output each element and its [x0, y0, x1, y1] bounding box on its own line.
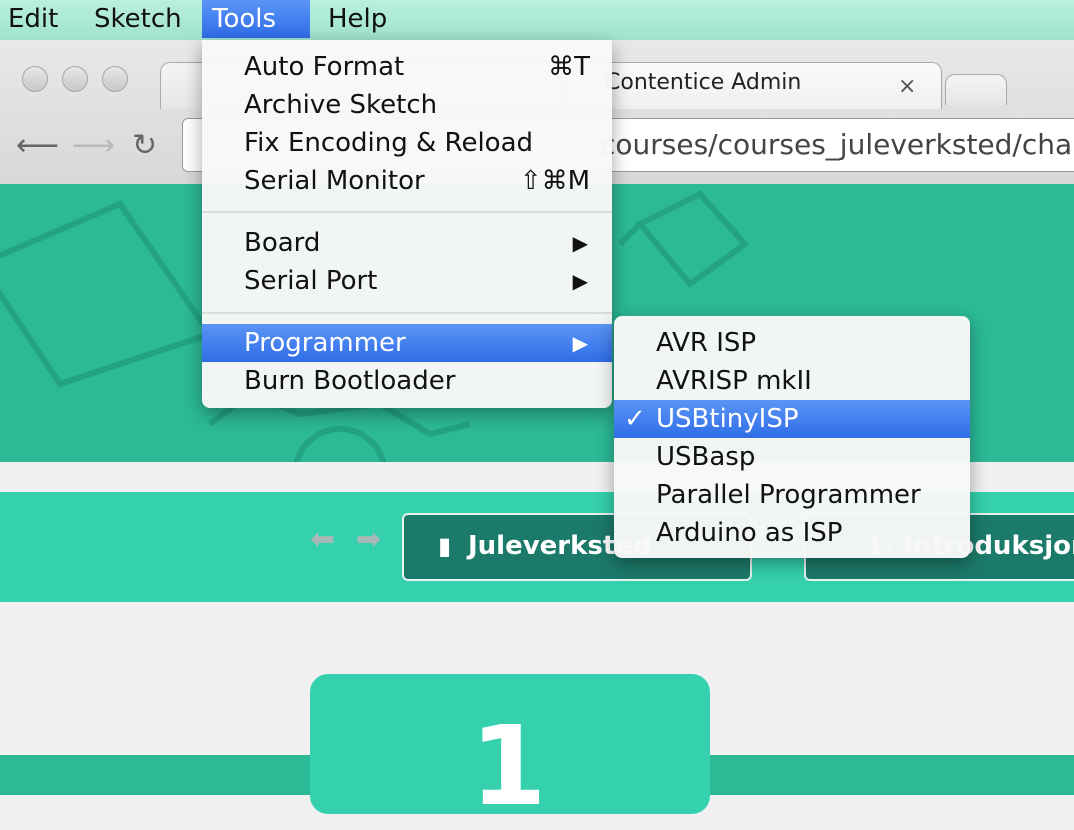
tab-close-icon[interactable]: ×	[898, 74, 916, 99]
menubar: Edit Sketch Tools Help	[0, 0, 1074, 41]
menu-item-fix-encoding[interactable]: Fix Encoding & Reload	[202, 124, 612, 162]
menu-edit[interactable]: Edit	[0, 0, 68, 38]
checkmark-icon: ✓	[624, 404, 646, 434]
zoom-window-icon[interactable]	[102, 66, 128, 92]
programmer-arduino-as-isp[interactable]: Arduino as ISP	[614, 514, 970, 552]
tools-menu: Auto Format ⌘T Archive Sketch Fix Encodi…	[202, 40, 612, 408]
chapter-number: 1	[470, 702, 547, 830]
menu-item-label: USBtinyISP	[656, 404, 799, 434]
menu-help[interactable]: Help	[318, 0, 397, 38]
book-icon: ▮	[438, 532, 452, 560]
back-arrow-icon[interactable]: ⟵	[16, 128, 59, 163]
programmer-avr-isp[interactable]: AVR ISP	[614, 324, 970, 362]
menu-item-auto-format[interactable]: Auto Format ⌘T	[202, 48, 612, 86]
tab-title: Contentice Admin	[605, 70, 802, 95]
menu-item-board[interactable]: Board ▶	[202, 224, 612, 262]
programmer-avrisp-mkii[interactable]: AVRISP mkII	[614, 362, 970, 400]
programmer-usbtinyisp[interactable]: ✓ USBtinyISP	[614, 400, 970, 438]
menu-item-label: AVRISP mkII	[656, 366, 812, 396]
programmer-submenu: AVR ISP AVRISP mkII ✓ USBtinyISP USBasp …	[614, 316, 970, 558]
menu-item-programmer[interactable]: Programmer ▶	[202, 324, 612, 362]
menu-item-burn-bootloader[interactable]: Burn Bootloader	[202, 362, 612, 400]
submenu-arrow-icon: ▶	[572, 269, 588, 293]
menu-item-serial-port[interactable]: Serial Port ▶	[202, 262, 612, 300]
menu-sketch[interactable]: Sketch	[84, 0, 192, 38]
right-arrow-icon[interactable]: ➡	[356, 522, 381, 557]
menu-item-label: Fix Encoding & Reload	[244, 128, 534, 158]
close-window-icon[interactable]	[22, 66, 48, 92]
reload-icon[interactable]: ↻	[132, 128, 157, 163]
menu-item-label: Parallel Programmer	[656, 480, 921, 510]
menu-separator	[202, 211, 612, 213]
menu-item-label: Archive Sketch	[244, 90, 438, 120]
menu-item-label: AVR ISP	[656, 328, 757, 358]
menu-item-label: Auto Format	[244, 52, 405, 82]
submenu-arrow-icon: ▶	[572, 231, 588, 255]
menu-item-label: Board	[244, 228, 321, 258]
forward-arrow-icon[interactable]: ⟶	[72, 128, 115, 163]
programmer-usbasp[interactable]: USBasp	[614, 438, 970, 476]
menu-item-label: Arduino as ISP	[656, 518, 843, 548]
address-bar-url: courses/courses_juleverksted/chapte	[600, 128, 1074, 161]
submenu-arrow-icon: ▶	[572, 331, 588, 355]
menu-item-label: Serial Port	[244, 266, 378, 296]
menu-item-label: Serial Monitor	[244, 166, 425, 196]
menu-item-label: USBasp	[656, 442, 756, 472]
menu-item-label: Burn Bootloader	[244, 366, 456, 396]
menu-tools[interactable]: Tools	[202, 0, 310, 38]
new-tab-button[interactable]	[945, 74, 1007, 105]
minimize-window-icon[interactable]	[62, 66, 88, 92]
menu-item-serial-monitor[interactable]: Serial Monitor ⇧⌘M	[202, 162, 612, 200]
menu-separator	[202, 312, 612, 314]
menu-item-label: Programmer	[244, 328, 406, 358]
shortcut-label: ⌘T	[548, 52, 590, 82]
programmer-parallel[interactable]: Parallel Programmer	[614, 476, 970, 514]
left-arrow-icon[interactable]: ⬅	[310, 522, 335, 557]
menu-item-archive-sketch[interactable]: Archive Sketch	[202, 86, 612, 124]
shortcut-label: ⇧⌘M	[519, 166, 590, 196]
